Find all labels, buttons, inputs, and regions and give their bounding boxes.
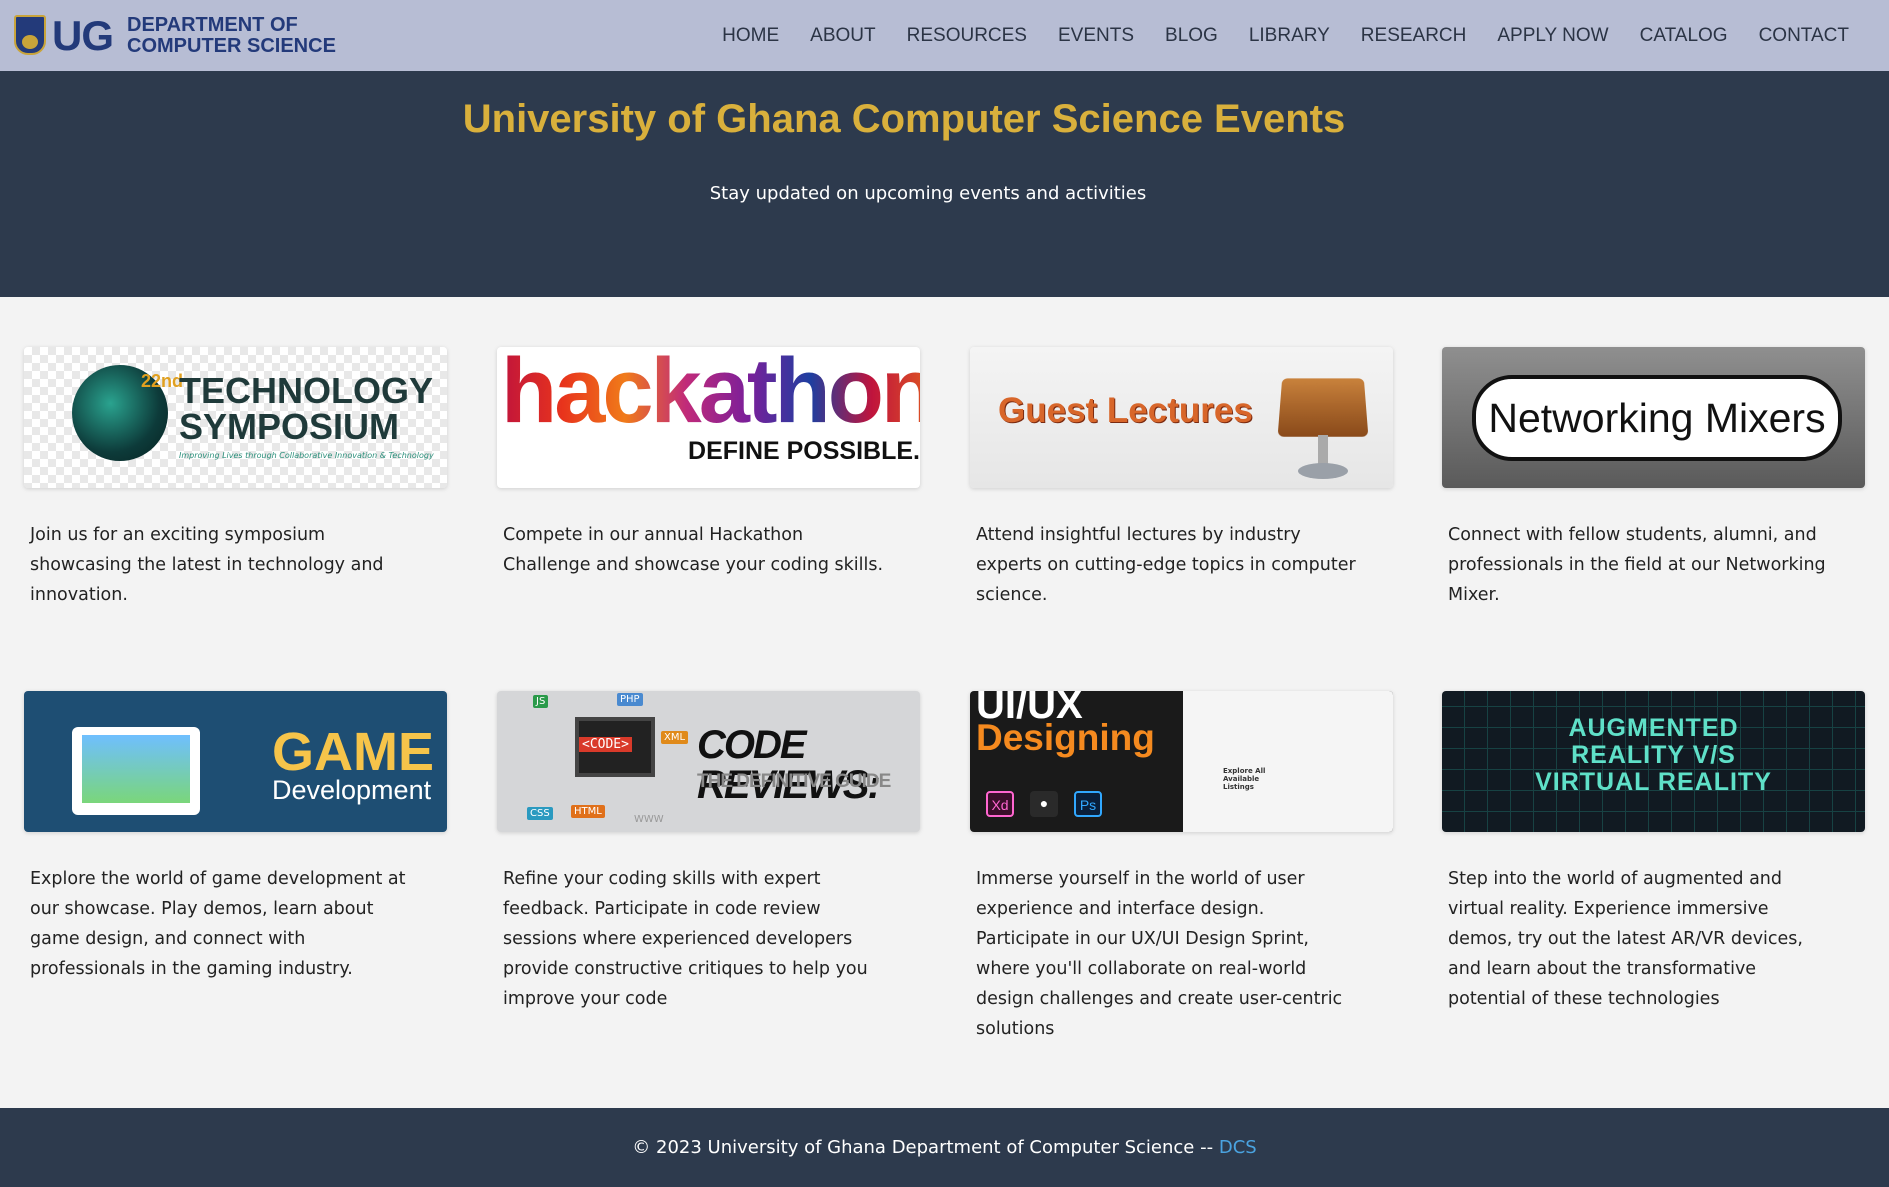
nav-resources[interactable]: RESOURCES bbox=[907, 25, 1027, 47]
podium-icon bbox=[1277, 378, 1369, 437]
event-card-technology-symposium[interactable]: 22nd TECHNOLOGY SYMPOSIUM Improving Live… bbox=[24, 347, 447, 610]
image-text: Development bbox=[272, 775, 432, 805]
image-text-line: TECHNOLOGY bbox=[179, 370, 434, 411]
figma-icon: ● bbox=[1030, 791, 1058, 817]
ps-icon: Ps bbox=[1074, 791, 1102, 817]
nav-contact[interactable]: CONTACT bbox=[1759, 25, 1849, 47]
image-text-line: VIRTUAL REALITY bbox=[1535, 768, 1772, 796]
university-crest-icon bbox=[12, 13, 48, 59]
image-text: Networking Mixers bbox=[1472, 375, 1842, 461]
department-line-2: COMPUTER SCIENCE bbox=[127, 34, 336, 57]
image-text-line: REALITY V/S bbox=[1571, 741, 1736, 769]
technology-symposium-image[interactable]: 22nd TECHNOLOGY SYMPOSIUM Improving Live… bbox=[24, 347, 447, 488]
image-text: Guest Lectures bbox=[998, 391, 1253, 430]
page-subtitle: Stay updated on upcoming events and acti… bbox=[709, 183, 1147, 204]
nav-about[interactable]: ABOUT bbox=[810, 25, 875, 47]
site-footer: © 2023 University of Ghana Department of… bbox=[0, 1108, 1889, 1187]
image-text: TECHNOLOGY SYMPOSIUM bbox=[179, 373, 433, 445]
code-reviews-image[interactable]: JS PHP XML CSS HTML WWW <CODE> CODE REVI… bbox=[497, 691, 920, 832]
image-text: THE DEFINITIVE GUIDE bbox=[697, 771, 891, 792]
mockup-heading: Explore All Available Listings bbox=[1223, 767, 1266, 791]
event-description: Explore the world of game development at… bbox=[30, 869, 406, 979]
event-card-ui-ux-design[interactable]: UI/UX Designing Xd ● Ps Explore All Avai… bbox=[970, 691, 1393, 1044]
event-card-hackathon[interactable]: hackathon DEFINE POSSIBLE. Compete in ou… bbox=[497, 347, 920, 580]
event-card-networking-mixers[interactable]: Networking Mixers Connect with fellow st… bbox=[1442, 347, 1865, 610]
event-card-game-development[interactable]: GAME Development Explore the world of ga… bbox=[24, 691, 447, 984]
event-card-guest-lectures[interactable]: Guest Lectures Attend insightful lecture… bbox=[970, 347, 1393, 610]
nav-apply-now[interactable]: APPLY NOW bbox=[1497, 25, 1608, 47]
image-tagline: Improving Lives through Collaborative In… bbox=[179, 451, 434, 460]
image-text: hackathon bbox=[501, 347, 920, 444]
event-description: Step into the world of augmented and vir… bbox=[1448, 869, 1803, 1009]
logo-text: UG bbox=[52, 11, 114, 59]
podium-base-icon bbox=[1298, 463, 1348, 479]
nav-events[interactable]: EVENTS bbox=[1058, 25, 1134, 47]
event-description: Compete in our annual Hackathon Challeng… bbox=[503, 525, 884, 575]
event-description: Immerse yourself in the world of user ex… bbox=[976, 869, 1343, 1039]
event-card-code-reviews[interactable]: JS PHP XML CSS HTML WWW <CODE> CODE REVI… bbox=[497, 691, 920, 1014]
top-navbar: UG DEPARTMENT OF COMPUTER SCIENCE HOME A… bbox=[0, 0, 1889, 71]
www-text: WWW bbox=[634, 814, 664, 825]
nav-catalog[interactable]: CATALOG bbox=[1640, 25, 1728, 47]
networking-mixers-image[interactable]: Networking Mixers bbox=[1442, 347, 1865, 488]
image-text-line: AUGMENTED bbox=[1568, 714, 1739, 742]
hero-banner: University of Ghana Computer Science Eve… bbox=[0, 71, 1889, 297]
game-development-image[interactable]: GAME Development bbox=[24, 691, 447, 832]
footer-copyright: © 2023 University of Ghana Department of… bbox=[632, 1137, 1219, 1158]
image-text: 22nd bbox=[141, 371, 184, 391]
ar-vr-image[interactable]: AUGMENTED REALITY V/S VIRTUAL REALITY bbox=[1442, 691, 1865, 832]
code-tag: <CODE> bbox=[579, 737, 632, 752]
guest-lectures-image[interactable]: Guest Lectures bbox=[970, 347, 1393, 488]
nav-blog[interactable]: BLOG bbox=[1165, 25, 1218, 47]
image-text: GAME bbox=[272, 722, 434, 782]
html-badge: HTML bbox=[571, 805, 605, 818]
xml-badge: XML bbox=[661, 731, 689, 744]
event-description: Attend insightful lectures by industry e… bbox=[976, 525, 1356, 605]
site-logo[interactable]: UG DEPARTMENT OF COMPUTER SCIENCE bbox=[12, 13, 336, 59]
php-badge: PHP bbox=[617, 693, 643, 706]
image-text: CODE REVIEWS: bbox=[697, 723, 881, 807]
department-line-1: DEPARTMENT OF bbox=[127, 13, 298, 36]
image-text-line: SYMPOSIUM bbox=[179, 406, 400, 447]
image-text: Designing bbox=[976, 717, 1155, 758]
nav-home[interactable]: HOME bbox=[722, 25, 779, 47]
image-text: DEFINE POSSIBLE. bbox=[688, 437, 920, 465]
event-description: Connect with fellow students, alumni, an… bbox=[1448, 525, 1826, 605]
website-mockup: Explore All Available Listings bbox=[1183, 691, 1393, 832]
footer-dcs-link[interactable]: DCS bbox=[1219, 1137, 1257, 1158]
js-badge: JS bbox=[533, 695, 549, 708]
hackathon-image[interactable]: hackathon DEFINE POSSIBLE. bbox=[497, 347, 920, 488]
event-description: Refine your coding skills with expert fe… bbox=[503, 869, 868, 1009]
department-name: DEPARTMENT OF COMPUTER SCIENCE bbox=[127, 13, 336, 57]
main-menu: HOME ABOUT RESOURCES EVENTS BLOG LIBRARY… bbox=[691, 0, 1849, 71]
nav-research[interactable]: RESEARCH bbox=[1361, 25, 1467, 47]
css-badge: CSS bbox=[527, 807, 553, 820]
game-screen-icon bbox=[82, 735, 190, 803]
ui-ux-design-image[interactable]: UI/UX Designing Xd ● Ps Explore All Avai… bbox=[970, 691, 1393, 832]
page-title: University of Ghana Computer Science Eve… bbox=[462, 97, 1346, 141]
event-card-ar-vr[interactable]: AUGMENTED REALITY V/S VIRTUAL REALITY St… bbox=[1442, 691, 1865, 1014]
image-text: AUGMENTED REALITY V/S VIRTUAL REALITY bbox=[1442, 715, 1865, 796]
nav-library[interactable]: LIBRARY bbox=[1249, 25, 1330, 47]
xd-icon: Xd bbox=[986, 791, 1014, 817]
event-description: Join us for an exciting symposium showca… bbox=[30, 525, 384, 605]
